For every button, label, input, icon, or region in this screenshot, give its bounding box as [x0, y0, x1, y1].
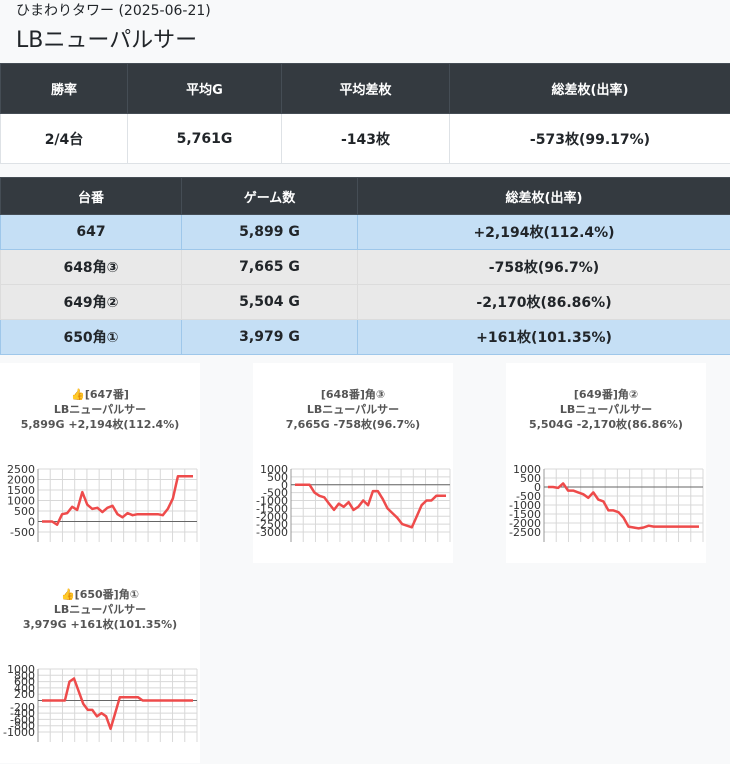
machine-diff: +161枚(101.35%) [357, 319, 730, 355]
y-tick-label: 1000 [260, 463, 288, 476]
machine-number[interactable]: 649角② [0, 284, 182, 320]
machine-diff: -758枚(96.7%) [357, 249, 730, 285]
table-row[interactable]: 649角② 5,504 G -2,170枚(86.86%) [0, 284, 730, 320]
table-row[interactable]: 647 5,899 G +2,194枚(112.4%) [0, 214, 730, 250]
table-row[interactable]: 648角③ 7,665 G -758枚(96.7%) [0, 249, 730, 285]
chart-card-649: [649番]角② LBニューパルサー 5,504G -2,170枚(86.86%… [506, 363, 706, 563]
summary-table: 勝率 平均G 平均差枚 総差枚(出率) 2/4台 5,761G -143枚 -5… [0, 63, 730, 164]
win-rate-value: 2/4台 [0, 113, 128, 164]
machine-number[interactable]: 647 [0, 214, 182, 250]
series-line [295, 483, 446, 529]
header-avg-games: 平均G [127, 63, 282, 114]
chart-card-647: 👍[647番] LBニューパルサー 5,899G +2,194枚(112.4%)… [0, 363, 200, 563]
header-machine-number: 台番 [0, 177, 182, 215]
y-tick-label: 1000 [7, 663, 35, 676]
avg-games-value: 5,761G [127, 113, 282, 164]
header-win-rate: 勝率 [0, 63, 128, 114]
series-line [42, 677, 193, 731]
y-tick-label: 1000 [513, 463, 541, 476]
chart-647: -50005001000150020002500 [7, 463, 198, 542]
machine-games: 5,504 G [181, 284, 358, 320]
machine-games: 5,899 G [181, 214, 358, 250]
chart-650: -1000-800-600-400-2002004006008001000 [3, 663, 198, 742]
machine-diff: -2,170枚(86.86%) [357, 284, 730, 320]
header-avg-diff: 平均差枚 [281, 63, 450, 114]
machine-games: 3,979 G [181, 319, 358, 355]
machine-diff: +2,194枚(112.4%) [357, 214, 730, 250]
machine-number[interactable]: 648角③ [0, 249, 182, 285]
machine-number[interactable]: 650角① [0, 319, 182, 355]
machine-games: 7,665 G [181, 249, 358, 285]
header-game-count: ゲーム数 [181, 177, 358, 215]
chart-card-650: 👍[650番]角① LBニューパルサー 3,979G +161枚(101.35%… [0, 563, 200, 763]
header-total-diff: 総差枚(出率) [449, 63, 730, 114]
chart-card-648: [648番]角③ LBニューパルサー 7,665G -758枚(96.7%) -… [253, 363, 453, 563]
series-line [548, 482, 699, 530]
y-tick-label: -200 [10, 701, 35, 714]
header-total-diff: 総差枚(出率) [357, 177, 730, 215]
vertical-gridlines [290, 469, 451, 542]
chart-648: -3000-2500-2000-1500-1000-50005001000 [256, 463, 451, 542]
table-row[interactable]: 650角① 3,979 G +161枚(101.35%) [0, 319, 730, 355]
machine-table: 台番 ゲーム数 総差枚(出率) 647 5,899 G +2,194枚(112.… [0, 177, 730, 355]
page-title: LBニューパルサー [16, 28, 198, 53]
avg-diff-value: -143枚 [281, 113, 450, 164]
store-date: ひまわりタワー (2025-06-21) [16, 3, 211, 19]
y-tick-label: 2500 [7, 463, 35, 476]
total-diff-value: -573枚(99.17%) [449, 113, 730, 164]
chart-649: -2500-2000-1500-1000-50005001000 [509, 463, 704, 542]
